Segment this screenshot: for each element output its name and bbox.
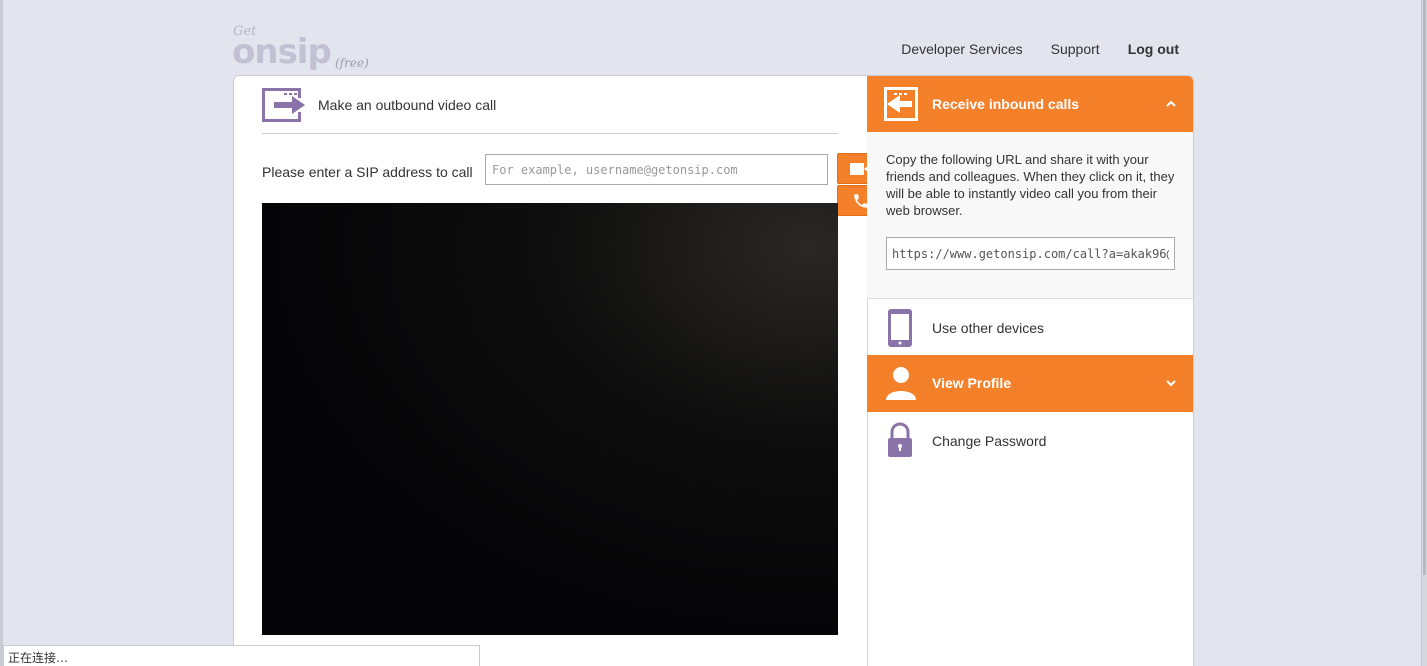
chevron-down-icon bbox=[1166, 380, 1176, 387]
scrollbar-thumb[interactable] bbox=[1423, 0, 1426, 575]
outbound-title: Make an outbound video call bbox=[318, 97, 497, 113]
use-other-devices-item[interactable]: Use other devices bbox=[867, 299, 1193, 355]
main-card: Make an outbound video call Please enter… bbox=[233, 75, 1194, 666]
mobile-device-icon bbox=[888, 309, 912, 347]
share-url-field[interactable] bbox=[886, 237, 1175, 270]
window-left-edge bbox=[0, 0, 3, 666]
outbound-call-icon bbox=[262, 88, 305, 122]
change-password-label: Change Password bbox=[932, 433, 1047, 449]
vertical-scrollbar[interactable] bbox=[1421, 0, 1427, 666]
change-password-item[interactable]: Change Password bbox=[867, 412, 1193, 468]
sip-address-label: Please enter a SIP address to call bbox=[262, 164, 473, 180]
user-profile-icon bbox=[886, 367, 916, 400]
top-navigation: Developer Services Support Log out bbox=[901, 41, 1179, 57]
view-profile-label: View Profile bbox=[932, 375, 1012, 391]
chevron-up-icon bbox=[1166, 100, 1176, 107]
sip-address-input[interactable] bbox=[485, 154, 828, 185]
getonsip-logo[interactable]: Get onsip (free) bbox=[232, 24, 382, 74]
view-profile-header[interactable]: View Profile bbox=[867, 355, 1193, 412]
logo-free-text: (free) bbox=[335, 56, 369, 70]
inbound-title: Receive inbound calls bbox=[932, 96, 1080, 112]
use-other-devices-label: Use other devices bbox=[932, 320, 1045, 336]
nav-logout[interactable]: Log out bbox=[1128, 41, 1179, 57]
right-sidebar: Receive inbound calls Copy the following… bbox=[867, 76, 1193, 666]
lock-icon bbox=[888, 422, 912, 457]
outbound-header: Make an outbound video call bbox=[262, 88, 838, 134]
outbound-call-panel: Make an outbound video call Please enter… bbox=[234, 76, 884, 666]
nav-support[interactable]: Support bbox=[1051, 41, 1100, 57]
browser-status-bar: 正在连接… bbox=[3, 645, 480, 666]
inbound-panel: Copy the following URL and share it with… bbox=[867, 132, 1193, 299]
logo-brand-text: onsip bbox=[232, 32, 332, 72]
inbound-description: Copy the following URL and share it with… bbox=[886, 152, 1175, 218]
video-preview bbox=[262, 203, 838, 635]
browser-viewport: Get onsip (free) Developer Services Supp… bbox=[0, 0, 1427, 666]
receive-inbound-calls-header[interactable]: Receive inbound calls bbox=[867, 76, 1193, 132]
nav-developer-services[interactable]: Developer Services bbox=[901, 41, 1022, 57]
inbound-call-icon bbox=[884, 87, 918, 121]
